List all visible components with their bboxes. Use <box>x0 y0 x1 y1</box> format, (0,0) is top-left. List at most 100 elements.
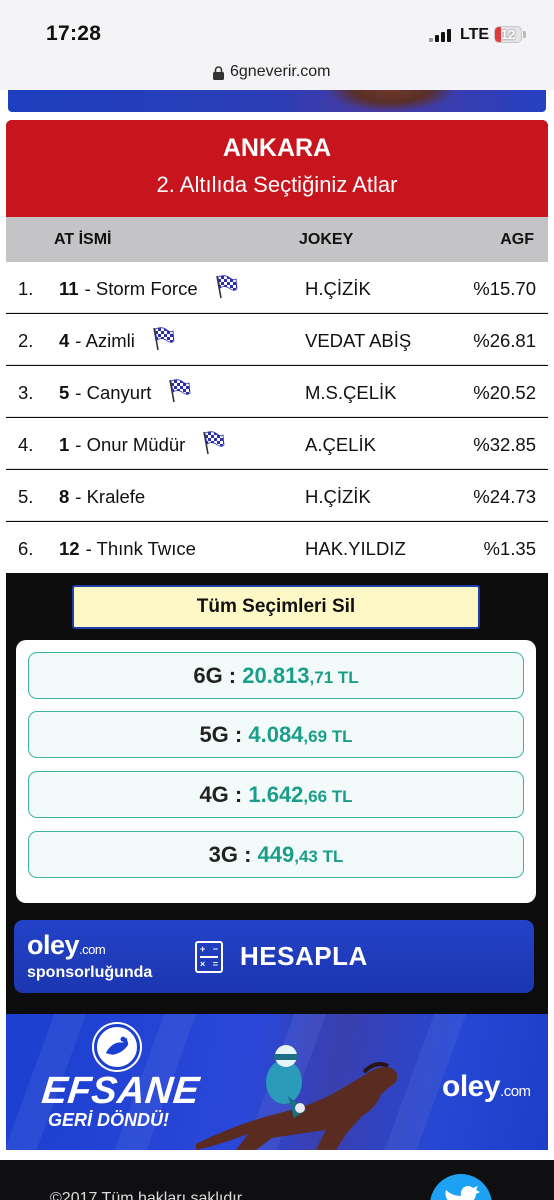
horse-name: - Azimli <box>75 330 135 351</box>
horse-name: - Kralefe <box>75 486 146 507</box>
racehorse-image <box>196 1045 398 1150</box>
jockey-badge-icon <box>94 1024 140 1070</box>
table-row: 5. 8 - Kralefe H.ÇİZİK %24.73 <box>6 470 548 521</box>
prize-value: 449 <box>257 842 295 867</box>
horse-number: 12 <box>59 538 80 559</box>
table-row: 3. 5 - Canyurt M.S.ÇELİK %20.52 <box>6 366 548 417</box>
table-row: 2. 4 - Azimli VEDAT ABİŞ %26.81 <box>6 314 548 365</box>
jokey-name: H.ÇİZİK <box>305 486 371 507</box>
prize-4g: 4G : 1.642,66 TL <box>28 771 524 818</box>
twitter-icon[interactable] <box>430 1174 492 1200</box>
prize-value: 20.813 <box>242 663 310 688</box>
checkered-flag-icon <box>215 274 238 299</box>
lock-icon <box>213 66 224 80</box>
horse-name: - Onur Müdür <box>75 434 186 455</box>
horse-name: - Thınk Twıce <box>85 538 196 559</box>
table-row: 1. 11 - Storm Force H.ÇİZİK %15.70 <box>6 262 548 313</box>
footer-copyright: ©2017 Tüm hakları saklıdır <box>50 1190 243 1200</box>
prize-5g: 5G : 4.084,69 TL <box>28 711 524 758</box>
horse-cell: 1 - Onur Müdür <box>59 430 226 456</box>
row-number: 3. <box>18 382 34 403</box>
jokey-name: HAK.YILDIZ <box>305 538 406 559</box>
prize-cents: ,69 TL <box>303 727 353 746</box>
agf-value: %24.73 <box>473 486 536 507</box>
prize-value: 1.642 <box>248 782 304 807</box>
row-number: 5. <box>18 486 34 507</box>
promo-brand: oley <box>442 1070 501 1103</box>
network-label: LTE <box>460 26 490 43</box>
prize-label: 5G : <box>199 722 243 747</box>
horse-name: - Storm Force <box>84 278 198 299</box>
battery-cap <box>523 31 526 38</box>
hesapla-button[interactable]: oley.com sponsorluğunda + − × = HESAPLA <box>14 920 534 993</box>
battery-icon: 12 <box>494 26 522 43</box>
horse-number: 1 <box>59 434 70 455</box>
horse-cell: 5 - Canyurt <box>59 378 192 404</box>
agf-value: %20.52 <box>473 382 536 403</box>
horse-cell: 12 - Thınk Twıce <box>59 538 196 560</box>
address-bar[interactable]: 6gneverir.com <box>0 56 554 90</box>
checkered-flag-icon <box>153 326 175 351</box>
prize-cents: ,43 TL <box>294 847 344 866</box>
jokey-name: VEDAT ABİŞ <box>305 330 412 351</box>
row-number: 4. <box>18 434 34 455</box>
agf-value: %1.35 <box>483 538 536 559</box>
horse-name: - Canyurt <box>75 382 152 403</box>
table-header: AT İSMİ JOKEY AGF <box>6 217 548 262</box>
clear-selections-button[interactable]: Tüm Seçimleri Sil <box>72 585 480 629</box>
sponsor-text: sponsorluğunda <box>27 964 153 981</box>
card-header: ANKARA 2. Altılıda Seçtiğiniz Atlar <box>6 120 548 217</box>
table-row: 4. 1 - Onur Müdür A.ÇELİK %32.85 <box>6 418 548 469</box>
checkered-flag-icon <box>169 378 192 403</box>
agf-value: %26.81 <box>473 330 536 351</box>
row-number: 6. <box>18 538 34 559</box>
row-number: 1. <box>18 278 34 299</box>
jokey-name: M.S.ÇELİK <box>305 382 397 403</box>
prize-label: 4G : <box>199 782 243 807</box>
agf-value: %32.85 <box>473 434 536 455</box>
prize-cents: ,71 TL <box>309 668 359 687</box>
prize-value: 4.084 <box>248 722 304 747</box>
horse-number: 8 <box>59 486 70 507</box>
top-banner[interactable] <box>8 90 546 112</box>
column-header-horse: AT İSMİ <box>54 231 112 248</box>
oley-logo-large: oley.com <box>442 1070 531 1104</box>
prize-3g: 3G : 449,43 TL <box>28 831 524 878</box>
page-content: ANKARA 2. Altılıda Seçtiğiniz Atlar AT İ… <box>0 90 554 1200</box>
checkered-flag-icon <box>203 430 226 455</box>
status-time: 17:28 <box>46 22 102 45</box>
city-title: ANKARA <box>222 134 332 162</box>
brand-name: oley <box>27 930 80 960</box>
agf-value: %15.70 <box>473 278 536 299</box>
prize-panel: 6G : 20.813,71 TL 5G : 4.084,69 TL 4G : … <box>16 640 536 903</box>
horse-cell: 8 - Kralefe <box>59 486 145 508</box>
prize-6g: 6G : 20.813,71 TL <box>28 652 524 699</box>
jokey-name: A.ÇELİK <box>305 434 376 455</box>
column-header-jokey: JOKEY <box>299 231 354 248</box>
brand-suffix: .com <box>79 942 106 957</box>
horse-number: 5 <box>59 382 70 403</box>
promo-brand-suffix: .com <box>500 1083 531 1100</box>
horse-cell: 4 - Azimli <box>59 326 175 352</box>
url-text[interactable]: 6gneverir.com <box>230 63 331 81</box>
prize-label: 3G : <box>208 842 252 867</box>
column-header-agf: AGF <box>500 231 534 248</box>
battery-level: 12 <box>500 27 516 42</box>
card-subtitle: 2. Altılıda Seçtiğiniz Atlar <box>156 172 398 197</box>
oley-logo: oley.com sponsorluğunda <box>27 930 152 981</box>
hesapla-label: HESAPLA <box>240 941 368 971</box>
prize-label: 6G : <box>193 663 237 688</box>
promo-tagline: GERİ DÖNDÜ! <box>48 1110 169 1130</box>
jokey-name: H.ÇİZİK <box>305 278 371 299</box>
banner-horse-image <box>326 90 456 112</box>
prize-cents: ,66 TL <box>303 787 353 806</box>
horse-number: 4 <box>59 330 70 351</box>
footer: ©2017 Tüm hakları saklıdır <box>0 1160 554 1200</box>
status-bar: 17:28 LTE 12 <box>0 0 554 56</box>
promo-banner[interactable]: EFSANE GERİ DÖNDÜ! oley.com <box>6 1014 548 1150</box>
table-row: 6. 12 - Thınk Twıce HAK.YILDIZ %1.35 <box>6 522 548 573</box>
signal-icon <box>429 28 451 42</box>
calculator-icon: + − × = <box>195 941 223 973</box>
selection-card: ANKARA 2. Altılıda Seçtiğiniz Atlar AT İ… <box>6 120 548 1098</box>
horse-cell: 11 - Storm Force <box>59 274 238 300</box>
